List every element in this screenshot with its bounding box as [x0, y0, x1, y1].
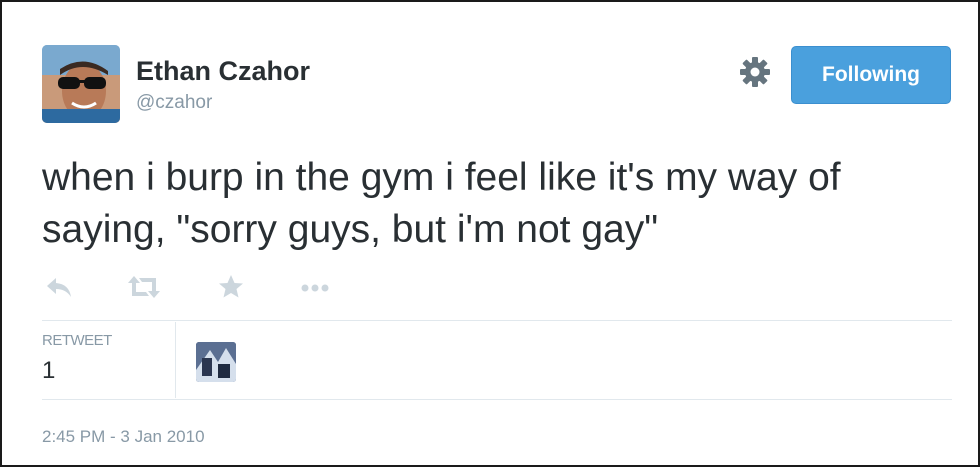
- tweet-timestamp[interactable]: 2:45 PM - 3 Jan 2010: [42, 427, 205, 447]
- retweeter-avatar[interactable]: [196, 342, 236, 382]
- tweet-card: Ethan Czahor @czahor Following when i bu…: [0, 0, 980, 467]
- more-icon[interactable]: [298, 272, 332, 307]
- stats-top-divider: [42, 320, 952, 321]
- following-button[interactable]: Following: [791, 46, 951, 104]
- stats-vertical-divider: [175, 322, 176, 398]
- user-avatar[interactable]: [42, 45, 120, 123]
- gear-icon[interactable]: [738, 55, 772, 89]
- favorite-icon[interactable]: [216, 272, 246, 307]
- retweet-stat-count[interactable]: 1: [42, 357, 55, 385]
- user-handle[interactable]: @czahor: [136, 92, 212, 114]
- tweet-text: when i burp in the gym i feel like it's …: [42, 156, 841, 251]
- user-display-name[interactable]: Ethan Czahor: [136, 56, 310, 87]
- retweet-stat-label: RETWEET: [42, 332, 112, 349]
- stats-bottom-divider: [42, 399, 952, 400]
- retweet-icon[interactable]: [126, 272, 162, 307]
- reply-icon[interactable]: [44, 272, 74, 307]
